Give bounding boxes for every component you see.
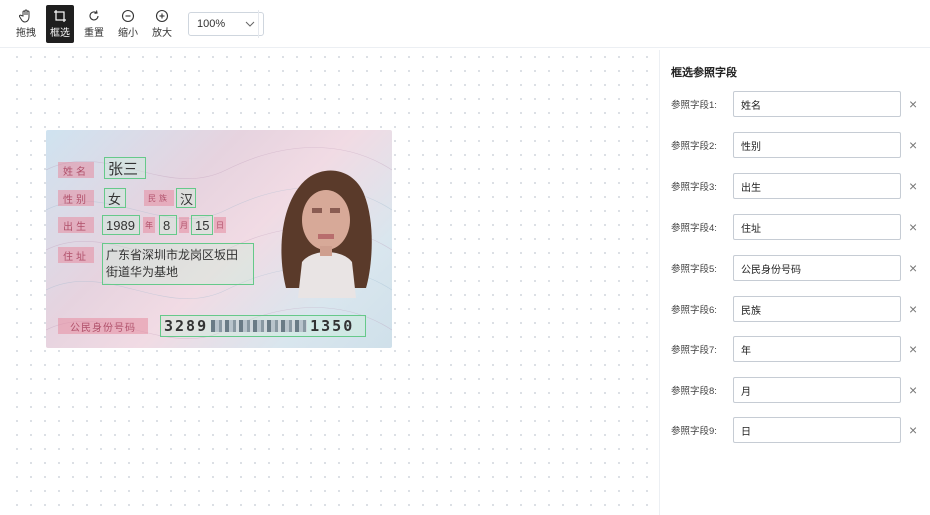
field-label-4: 参照字段4: bbox=[671, 223, 717, 234]
field-row-8: 参照字段8: 月 × bbox=[671, 377, 930, 403]
card-value-ethnicity[interactable]: 汉 bbox=[176, 188, 196, 208]
field-input-3[interactable]: 出生 bbox=[733, 173, 901, 199]
field-row-2: 参照字段2: 性别 × bbox=[671, 132, 930, 158]
close-icon[interactable]: × bbox=[909, 97, 917, 111]
card-value-address[interactable]: 广东省深圳市龙岗区坂田 街道华为基地 bbox=[102, 243, 254, 285]
field-label-8: 参照字段8: bbox=[671, 386, 717, 397]
card-label-month: 月 bbox=[179, 217, 189, 233]
tool-reset-button[interactable]: 重置 bbox=[80, 5, 108, 43]
zoom-value: 100% bbox=[197, 17, 226, 30]
close-icon[interactable]: × bbox=[909, 383, 917, 397]
field-label-9: 参照字段9: bbox=[671, 426, 717, 437]
field-row-3: 参照字段3: 出生 × bbox=[671, 173, 930, 199]
card-value-birth-year[interactable]: 1989 bbox=[102, 215, 140, 235]
field-label-5: 参照字段5: bbox=[671, 264, 717, 275]
tool-box-select-label: 框选 bbox=[50, 28, 70, 39]
close-icon[interactable]: × bbox=[909, 423, 917, 437]
card-label-id-number: 公民身份号码 bbox=[58, 318, 148, 334]
field-row-4: 参照字段4: 住址 × bbox=[671, 214, 930, 240]
field-row-7: 参照字段7: 年 × bbox=[671, 336, 930, 362]
tool-drag-label: 拖拽 bbox=[16, 28, 36, 39]
field-input-5[interactable]: 公民身份号码 bbox=[733, 255, 901, 281]
box-select-icon bbox=[53, 8, 67, 24]
card-label-birth: 出生 bbox=[58, 217, 94, 233]
toolbar: 拖拽 框选 重置 缩小 放大 100% bbox=[0, 0, 930, 48]
card-value-birth-day[interactable]: 15 bbox=[191, 215, 213, 235]
field-input-8[interactable]: 月 bbox=[733, 377, 901, 403]
app-root: 拖拽 框选 重置 缩小 放大 100% 姓名 张三 性别 女 民族 汉 出生 1… bbox=[0, 0, 930, 515]
tool-reset-label: 重置 bbox=[84, 28, 104, 39]
card-value-gender[interactable]: 女 bbox=[104, 188, 126, 208]
card-label-ethnicity: 民族 bbox=[144, 190, 174, 206]
card-value-id-prefix: 3289 bbox=[164, 317, 209, 335]
field-input-9[interactable]: 日 bbox=[733, 417, 901, 443]
tool-zoom-in-label: 放大 bbox=[152, 28, 172, 39]
card-label-address: 住址 bbox=[58, 247, 94, 263]
id-card-image[interactable]: 姓名 张三 性别 女 民族 汉 出生 1989 年 8 月 15 日 住址 广东… bbox=[46, 130, 392, 348]
tool-zoom-out-button[interactable]: 缩小 bbox=[114, 5, 142, 43]
toolbar-divider bbox=[258, 10, 259, 38]
field-row-5: 参照字段5: 公民身份号码 × bbox=[671, 255, 930, 281]
field-label-1: 参照字段1: bbox=[671, 100, 717, 111]
field-input-4[interactable]: 住址 bbox=[733, 214, 901, 240]
field-input-2[interactable]: 性别 bbox=[733, 132, 901, 158]
portrait-photo bbox=[281, 170, 372, 298]
image-canvas[interactable]: 姓名 张三 性别 女 民族 汉 出生 1989 年 8 月 15 日 住址 广东… bbox=[10, 50, 660, 515]
panel-title: 框选参照字段 bbox=[671, 67, 737, 79]
field-input-1[interactable]: 姓名 bbox=[733, 91, 901, 117]
zoom-select[interactable]: 100% bbox=[188, 11, 264, 36]
reset-icon bbox=[87, 8, 101, 24]
field-label-7: 参照字段7: bbox=[671, 345, 717, 356]
hand-icon bbox=[19, 8, 33, 24]
field-label-3: 参照字段3: bbox=[671, 182, 717, 193]
field-row-9: 参照字段9: 日 × bbox=[671, 417, 930, 443]
close-icon[interactable]: × bbox=[909, 261, 917, 275]
tool-box-select-button[interactable]: 框选 bbox=[46, 4, 74, 43]
field-row-1: 参照字段1: 姓名 × bbox=[671, 91, 930, 117]
reference-fields-panel: 框选参照字段 参照字段1: 姓名 × 参照字段2: 性别 × 参照字段3: 出生… bbox=[661, 50, 930, 515]
card-label-name: 姓名 bbox=[58, 162, 94, 178]
field-row-6: 参照字段6: 民族 × bbox=[671, 296, 930, 322]
chevron-down-icon bbox=[245, 18, 255, 30]
card-value-name[interactable]: 张三 bbox=[104, 157, 146, 179]
close-icon[interactable]: × bbox=[909, 179, 917, 193]
tool-zoom-in-button[interactable]: 放大 bbox=[148, 5, 176, 43]
card-value-id-number[interactable]: 3289 1350 bbox=[160, 315, 366, 337]
field-input-7[interactable]: 年 bbox=[733, 336, 901, 362]
field-input-6[interactable]: 民族 bbox=[733, 296, 901, 322]
close-icon[interactable]: × bbox=[909, 220, 917, 234]
card-label-day: 日 bbox=[214, 217, 226, 233]
field-label-2: 参照字段2: bbox=[671, 141, 717, 152]
tool-zoom-out-label: 缩小 bbox=[118, 28, 138, 39]
zoom-out-icon bbox=[121, 8, 135, 24]
field-label-6: 参照字段6: bbox=[671, 305, 717, 316]
card-value-birth-month[interactable]: 8 bbox=[159, 215, 177, 235]
card-value-address-line2: 街道华为基地 bbox=[106, 265, 179, 279]
tool-drag-button[interactable]: 拖拽 bbox=[12, 5, 40, 43]
zoom-in-icon bbox=[155, 8, 169, 24]
close-icon[interactable]: × bbox=[909, 138, 917, 152]
card-label-gender: 性别 bbox=[58, 190, 94, 206]
close-icon[interactable]: × bbox=[909, 342, 917, 356]
close-icon[interactable]: × bbox=[909, 302, 917, 316]
card-value-id-suffix: 1350 bbox=[310, 317, 355, 335]
card-value-address-line1: 广东省深圳市龙岗区坂田 bbox=[106, 248, 239, 262]
card-label-year: 年 bbox=[143, 217, 155, 233]
blurred-digits bbox=[211, 320, 308, 332]
